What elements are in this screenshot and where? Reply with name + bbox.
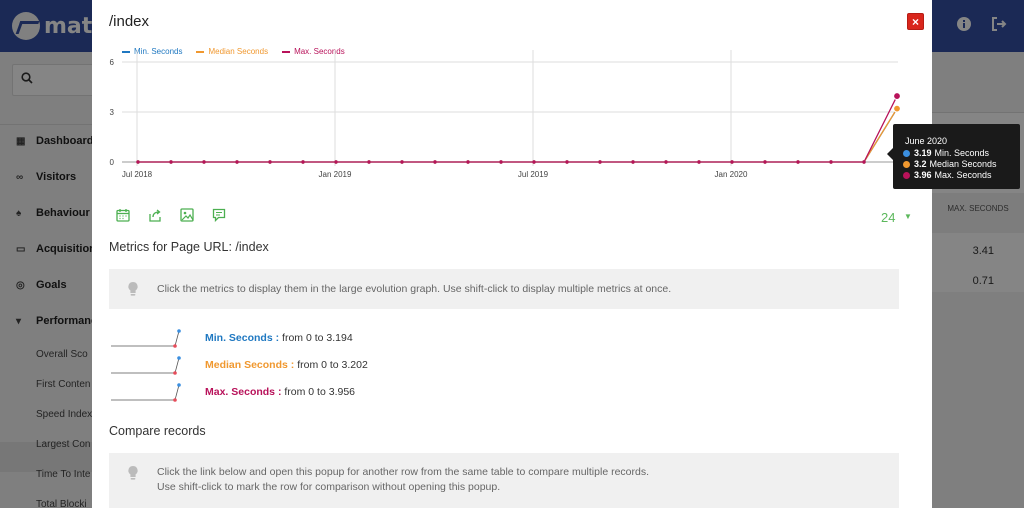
data-point: [631, 160, 635, 164]
period-selector[interactable]: 24: [881, 210, 895, 225]
tooltip-value: 3.2: [914, 159, 927, 169]
data-point: [862, 160, 866, 164]
x-tick-label: Jan 2020: [715, 170, 748, 179]
tooltip-dot: [903, 160, 910, 168]
row-evolution-modal: /index × Min. Seconds Median Seconds Max…: [92, 0, 932, 508]
compare-hint-text: Click the link below and open this popup…: [157, 466, 650, 478]
calendar-icon[interactable]: [116, 208, 132, 224]
tooltip-row-min: 3.19 Min. Seconds: [903, 148, 989, 158]
data-point: [268, 160, 272, 164]
metrics-hint-text: Click the metrics to display them in the…: [157, 283, 672, 295]
data-point: [499, 160, 503, 164]
tooltip-label: Max. Seconds: [934, 170, 992, 180]
sparkline-max: [111, 383, 181, 402]
export-icon[interactable]: [148, 208, 164, 224]
y-tick-label: 0: [110, 158, 115, 167]
tooltip-value: 3.19: [914, 148, 932, 158]
series-line: [138, 95, 898, 163]
data-point: [202, 160, 206, 164]
chart-toolbar: [116, 208, 244, 224]
data-point: [532, 160, 536, 164]
data-point: [334, 160, 338, 164]
tooltip-dot: [903, 149, 910, 157]
data-point: [169, 160, 173, 164]
x-tick-label: Jan 2019: [319, 170, 352, 179]
metric-name: Median Seconds: [205, 359, 288, 371]
compare-hint-text: Use shift-click to mark the row for comp…: [157, 481, 501, 493]
metric-separator: :: [290, 359, 295, 371]
metric-range: from 0 to 3.202: [297, 359, 368, 371]
data-point: [367, 160, 371, 164]
annotation-icon[interactable]: [212, 208, 228, 224]
metric-range: from 0 to 3.194: [282, 332, 353, 344]
data-point: [763, 160, 767, 164]
tooltip-row-max: 3.96 Max. Seconds: [903, 170, 992, 180]
metric-separator: :: [275, 332, 280, 344]
metric-name: Max. Seconds: [205, 386, 276, 398]
tooltip-label: Min. Seconds: [934, 148, 990, 158]
data-point: [598, 160, 602, 164]
data-point: [893, 92, 901, 100]
x-tick-label: Jul 2018: [122, 170, 153, 179]
x-tick-label: Jul 2019: [518, 170, 549, 179]
metric-range: from 0 to 3.956: [284, 386, 355, 398]
metrics-heading: Metrics for Page URL: /index: [109, 240, 269, 254]
data-point: [796, 160, 800, 164]
data-point: [697, 160, 701, 164]
metric-row-max[interactable]: Max. Seconds : from 0 to 3.956: [109, 382, 509, 404]
metric-row-min[interactable]: Min. Seconds : from 0 to 3.194: [109, 328, 509, 350]
metric-separator: :: [277, 386, 282, 398]
data-point: [136, 160, 140, 164]
data-point: [565, 160, 569, 164]
compare-hint-box: Click the link below and open this popup…: [109, 453, 899, 508]
metric-label[interactable]: Median Seconds : from 0 to 3.202: [205, 359, 368, 371]
image-icon[interactable]: [180, 208, 196, 224]
lightbulb-icon: [127, 281, 139, 297]
data-point: [730, 160, 734, 164]
metric-name: Min. Seconds: [205, 332, 273, 344]
tooltip-row-median: 3.2 Median Seconds: [903, 159, 997, 169]
data-point: [301, 160, 305, 164]
metric-row-median[interactable]: Median Seconds : from 0 to 3.202: [109, 355, 509, 377]
data-point: [400, 160, 404, 164]
y-tick-label: 3: [110, 108, 115, 117]
series-line: [138, 108, 898, 163]
sparkline-median: [111, 356, 181, 375]
metrics-hint-box: Click the metrics to display them in the…: [109, 269, 899, 309]
series-line: [138, 108, 898, 163]
chart-tooltip: June 2020 3.19 Min. Seconds 3.2 Median S…: [887, 124, 1020, 189]
data-point: [664, 160, 668, 164]
tooltip-title: June 2020: [905, 136, 948, 146]
evolution-chart[interactable]: 0 3 6 Jul 2018 Jan 2019 Jul 2019 Jan 2020: [92, 0, 932, 200]
data-point: [893, 104, 901, 113]
data-point: [829, 160, 833, 164]
sparkline-min: [111, 329, 181, 348]
compare-heading: Compare records: [109, 424, 206, 438]
tooltip-label: Median Seconds: [929, 159, 997, 169]
tooltip-dot: [903, 171, 910, 179]
tooltip-caret: [887, 148, 893, 160]
data-point: [235, 160, 239, 164]
metric-label[interactable]: Min. Seconds : from 0 to 3.194: [205, 332, 353, 344]
y-tick-label: 6: [110, 58, 115, 67]
data-point: [466, 160, 470, 164]
tooltip-value: 3.96: [914, 170, 932, 180]
data-point: [433, 160, 437, 164]
chevron-down-icon[interactable]: ▼: [904, 212, 912, 221]
lightbulb-icon: [127, 465, 139, 481]
metric-label[interactable]: Max. Seconds : from 0 to 3.956: [205, 386, 355, 398]
